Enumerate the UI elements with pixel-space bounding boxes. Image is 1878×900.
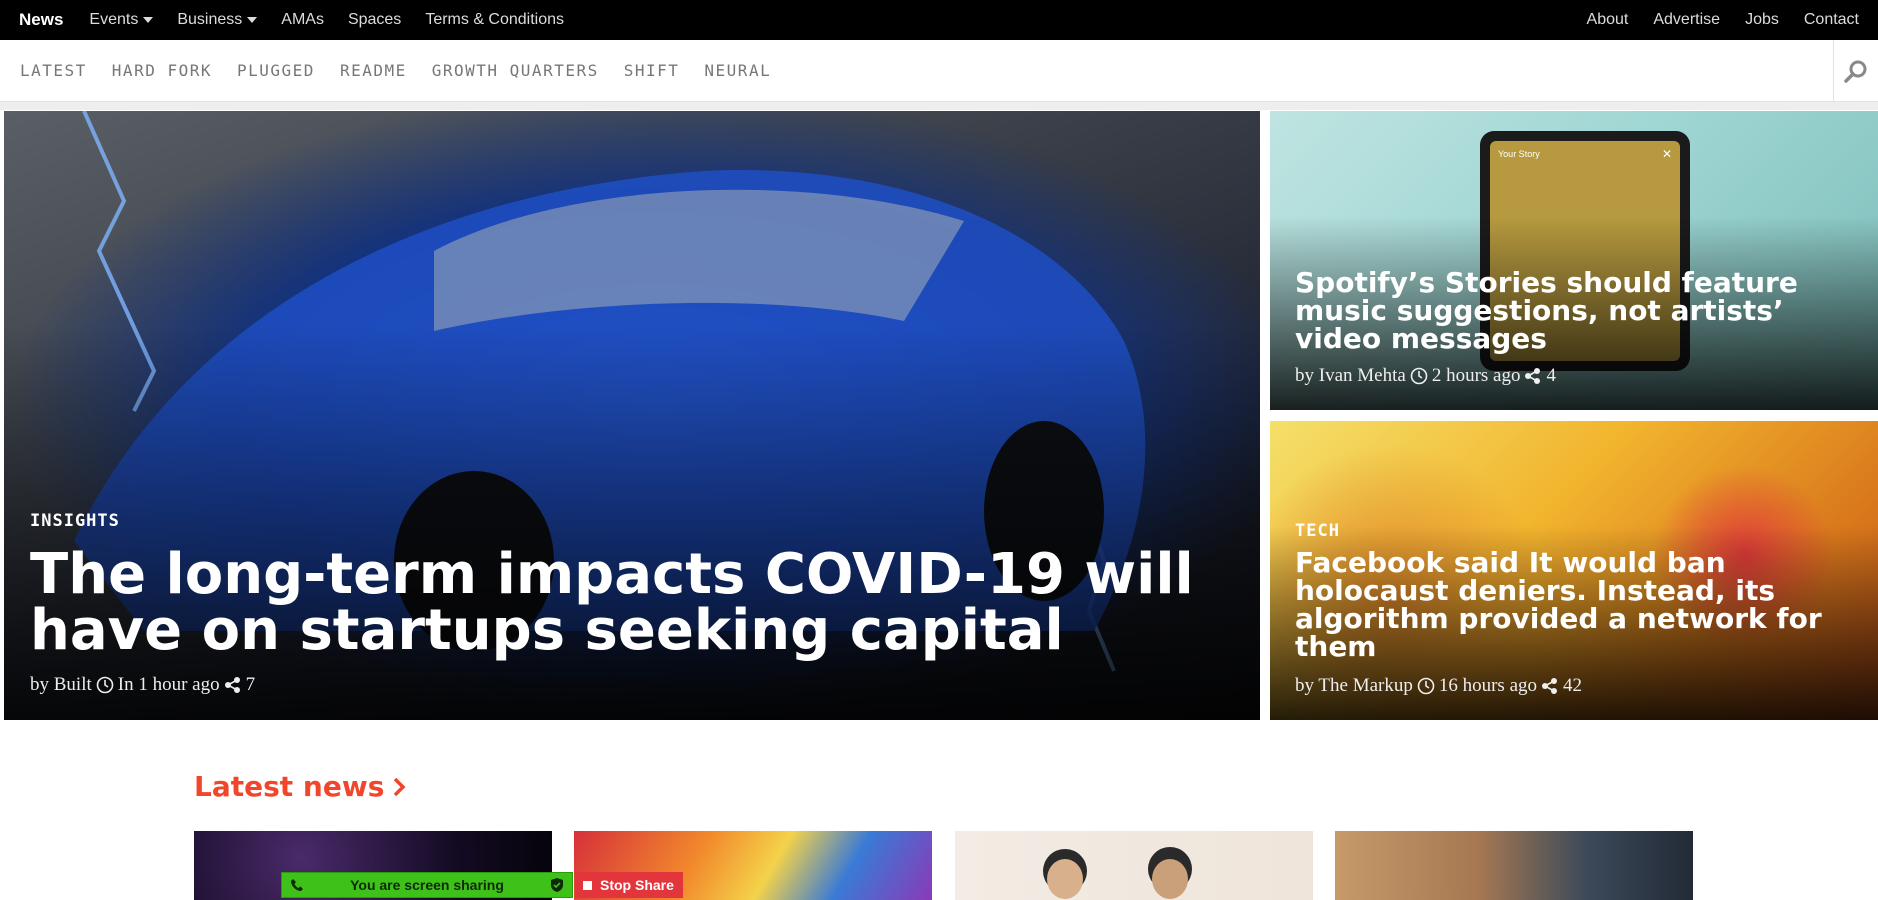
category-readme[interactable]: README [340,61,407,80]
article-shares: 42 [1563,675,1583,696]
share-icon [1524,367,1542,385]
nav-spaces[interactable]: Spaces [348,11,401,29]
latest-thumbnail-4[interactable] [1335,831,1693,900]
clock-icon [1417,677,1435,695]
article-meta: by Built In 1 hour ago 7 [30,674,255,696]
top-nav: News Events Business AMAs Spaces Terms &… [0,0,1878,40]
search-icon [1844,60,1867,83]
article-title[interactable]: Spotify’s Stories should feature music s… [1295,269,1855,353]
people-image [1043,847,1192,899]
article-author[interactable]: by The Markup [1295,675,1413,697]
category-shift[interactable]: SHIFT [624,61,680,80]
nav-jobs[interactable]: Jobs [1745,11,1779,29]
latest-thumbnail-3[interactable] [955,831,1313,900]
article-author[interactable]: by Ivan Mehta [1295,365,1406,387]
chevron-down-icon [143,17,154,23]
category-latest[interactable]: LATEST [20,61,87,80]
category-neural[interactable]: NEURAL [704,61,771,80]
article-author[interactable]: by Built [30,674,92,696]
stop-icon [583,880,592,890]
hero-side-article-spotify[interactable]: Your Story ✕ Spotify’s Stories should fe… [1270,111,1878,410]
latest-news-label: Latest news [194,770,385,803]
nav-business-label: Business [177,11,243,28]
nav-business[interactable]: Business [177,11,258,29]
nav-terms[interactable]: Terms & Conditions [425,11,564,29]
share-icon [224,676,242,694]
clock-icon [1410,367,1428,385]
latest-news-heading[interactable]: Latest news [194,770,406,803]
close-icon: ✕ [1661,147,1672,161]
hero-main-article[interactable]: INSIGHTS The long-term impacts COVID-19 … [4,111,1260,720]
nav-events[interactable]: Events [89,11,154,29]
shield-icon [551,878,563,892]
article-time: 16 hours ago [1438,675,1538,696]
article-meta: by The Markup 16 hours ago 42 [1295,675,1582,697]
category-hard-fork[interactable]: HARD FORK [112,61,212,80]
nav-amas[interactable]: AMAs [281,11,324,29]
top-nav-right: About Advertise Jobs Contact [1562,11,1859,29]
article-time: 2 hours ago [1431,365,1521,386]
article-time: In 1 hour ago [117,674,220,695]
share-icon [1541,677,1559,695]
article-tag[interactable]: INSIGHTS [30,511,120,531]
article-title[interactable]: The long-term impacts COVID-19 will have… [30,547,1240,659]
phone-story-label: Your Story [1498,149,1540,159]
article-title[interactable]: Facebook said It would ban holocaust den… [1295,549,1855,661]
divider [0,102,1878,110]
stop-share-button[interactable]: Stop Share [575,872,683,898]
article-shares: 7 [245,674,256,695]
brand-logo[interactable]: News [19,10,63,30]
nav-about[interactable]: About [1587,11,1629,29]
chevron-down-icon [247,17,258,23]
top-nav-left: Events Business AMAs Spaces Terms & Cond… [89,11,588,29]
nav-contact[interactable]: Contact [1804,11,1859,29]
category-plugged[interactable]: PLUGGED [237,61,315,80]
hero-side-article-facebook[interactable]: TECH Facebook said It would ban holocaus… [1270,421,1878,720]
screen-share-bar: You are screen sharing [281,872,573,898]
nav-events-label: Events [89,11,139,28]
category-nav: LATEST HARD FORK PLUGGED README GROWTH Q… [0,40,1878,102]
search-button[interactable] [1833,40,1878,102]
article-tag[interactable]: TECH [1295,521,1340,541]
stop-share-label: Stop Share [600,877,674,893]
nav-advertise[interactable]: Advertise [1653,11,1720,29]
clock-icon [96,676,114,694]
article-shares: 4 [1546,365,1556,386]
category-growth-quarters[interactable]: GROWTH QUARTERS [432,61,599,80]
phone-icon [291,879,303,891]
screen-share-status: You are screen sharing [350,877,504,893]
chevron-right-icon [394,777,406,796]
article-meta: by Ivan Mehta 2 hours ago 4 [1295,365,1556,387]
